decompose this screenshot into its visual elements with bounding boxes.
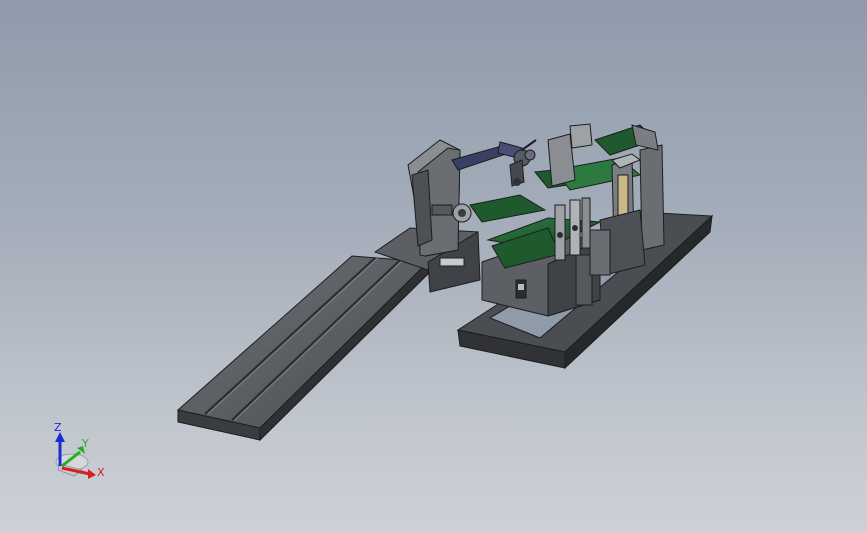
- y-axis-label: Y: [81, 437, 89, 450]
- robot-arm: [451, 139, 537, 187]
- graphics-viewport[interactable]: Z Y X: [0, 0, 867, 533]
- cad-model-assembly[interactable]: Z Y X: [0, 0, 867, 533]
- x-axis-label: X: [97, 466, 105, 479]
- z-axis-label: Z: [54, 421, 62, 434]
- t-slot-rail-bed: [176, 255, 430, 442]
- view-orientation-triad-icon[interactable]: Z Y X: [54, 421, 105, 479]
